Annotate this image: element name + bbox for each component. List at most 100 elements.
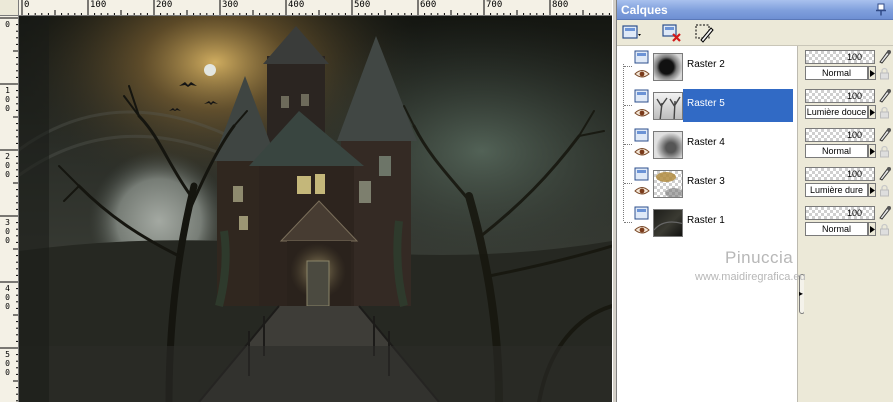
lock-transparency-icon[interactable] xyxy=(878,184,891,197)
layer-props-raster-5: 100 Lumière douce xyxy=(804,85,893,124)
opacity-slider[interactable]: 100 xyxy=(805,50,875,64)
brush-icon[interactable] xyxy=(877,126,892,142)
layer-row-raster-2[interactable]: Raster 2 xyxy=(617,46,797,85)
opacity-value: 100 xyxy=(846,130,862,140)
layers-titlebar[interactable]: Calques xyxy=(617,0,893,20)
ruler-label: 1 xyxy=(5,86,10,95)
layer-name: Raster 4 xyxy=(687,137,725,148)
ruler-label: 0 xyxy=(5,227,10,236)
layer-thumbnail xyxy=(653,131,683,159)
ruler-vertical: 0100200300400500 xyxy=(0,16,19,402)
chevron-right-icon xyxy=(870,148,875,155)
layer-props-raster-4: 100 Normal xyxy=(804,124,893,163)
raster-layer-icon xyxy=(634,89,649,103)
ruler-label: 0 xyxy=(24,0,30,10)
ruler-label: 500 xyxy=(354,0,371,10)
blend-mode-dropdown-button[interactable] xyxy=(868,144,876,158)
blend-mode-dropdown-button[interactable] xyxy=(868,222,876,236)
layer-row-raster-3[interactable]: Raster 3 xyxy=(617,163,797,202)
layer-row-raster-1[interactable]: Raster 1 xyxy=(617,202,797,241)
raster-layer-icon xyxy=(634,167,649,181)
new-layer-icon[interactable] xyxy=(621,22,643,44)
blend-mode-value: Lumière dure xyxy=(809,185,864,195)
visibility-eye-icon[interactable] xyxy=(634,224,650,236)
edit-selection-icon[interactable] xyxy=(693,22,715,44)
brush-icon[interactable] xyxy=(877,165,892,181)
layers-toolbar xyxy=(617,20,893,46)
layer-row-raster-4[interactable]: Raster 4 xyxy=(617,124,797,163)
ruler-label: 600 xyxy=(420,0,437,10)
ruler-vertical-ticks xyxy=(0,17,18,402)
ruler-label: 400 xyxy=(288,0,305,10)
layer-properties-column: 100 Normal 100 Lumière douce 100 Normal … xyxy=(804,46,893,402)
layer-list-scrollbar[interactable]: ▸ xyxy=(797,46,805,402)
visibility-eye-icon[interactable] xyxy=(634,68,650,80)
layer-name: Raster 2 xyxy=(687,59,725,70)
ruler-label: 2 xyxy=(5,152,10,161)
opacity-slider[interactable]: 100 xyxy=(805,167,875,181)
visibility-eye-icon[interactable] xyxy=(634,107,650,119)
layer-thumbnail xyxy=(653,170,683,198)
ruler-label: 3 xyxy=(5,218,10,227)
watermark-url: www.maidiregrafica.eu xyxy=(695,271,806,283)
ruler-label: 0 xyxy=(5,293,10,302)
ruler-label: 5 xyxy=(5,350,10,359)
brush-icon[interactable] xyxy=(877,48,892,64)
layers-title: Calques xyxy=(621,3,668,17)
chevron-right-icon xyxy=(870,109,875,116)
chevron-right-icon xyxy=(870,70,875,77)
blend-mode-select[interactable]: Lumière douce xyxy=(805,105,868,119)
blend-mode-value: Normal xyxy=(821,146,851,156)
lock-transparency-icon[interactable] xyxy=(878,145,891,158)
ruler-label: 700 xyxy=(486,0,503,10)
opacity-slider[interactable]: 100 xyxy=(805,89,875,103)
ruler-label: 100 xyxy=(90,0,107,10)
watermark-title: Pinuccia xyxy=(725,248,794,267)
lock-transparency-icon[interactable] xyxy=(878,106,891,119)
layer-props-raster-1: 100 Normal xyxy=(804,202,893,241)
ruler-label: 800 xyxy=(552,0,569,10)
ruler-label: 0 xyxy=(5,20,10,29)
blend-mode-dropdown-button[interactable] xyxy=(868,66,876,80)
blend-mode-value: Normal xyxy=(821,68,851,78)
blend-mode-value: Lumière douce xyxy=(806,107,867,117)
brush-icon[interactable] xyxy=(877,204,892,220)
blend-mode-value: Normal xyxy=(821,224,851,234)
layer-thumbnail xyxy=(653,209,683,237)
layer-name: Raster 1 xyxy=(687,215,725,226)
layer-list: Raster 2 Raster 5 Raster 4 Raster 3 Rast… xyxy=(617,46,797,402)
layer-row-raster-5[interactable]: Raster 5 xyxy=(617,85,797,124)
visibility-eye-icon[interactable] xyxy=(634,146,650,158)
blend-mode-select[interactable]: Normal xyxy=(805,144,868,158)
blend-mode-select[interactable]: Normal xyxy=(805,222,868,236)
ruler-label: 0 xyxy=(5,236,10,245)
ruler-label: 0 xyxy=(5,368,10,377)
blend-mode-dropdown-button[interactable] xyxy=(868,105,876,119)
visibility-eye-icon[interactable] xyxy=(634,185,650,197)
ruler-horizontal: 0 100 200 300 400 500 600 700 800 xyxy=(0,0,612,16)
opacity-slider[interactable]: 100 xyxy=(805,206,875,220)
delete-layer-icon[interactable] xyxy=(661,22,683,44)
raster-layer-icon xyxy=(634,50,649,64)
brush-icon[interactable] xyxy=(877,87,892,103)
ruler-label: 0 xyxy=(5,161,10,170)
image-canvas[interactable] xyxy=(19,16,612,402)
lock-transparency-icon[interactable] xyxy=(878,67,891,80)
blend-mode-dropdown-button[interactable] xyxy=(868,183,876,197)
ruler-label: 200 xyxy=(156,0,173,10)
chevron-right-icon xyxy=(870,187,875,194)
layer-name: Raster 3 xyxy=(687,176,725,187)
ruler-label: 0 xyxy=(5,170,10,179)
lock-transparency-icon[interactable] xyxy=(878,223,891,236)
expand-arrow-icon[interactable]: ▸ xyxy=(799,290,803,298)
layers-palette: Calques Raster 2 Raster 5 Raster 4 Raste… xyxy=(617,0,893,402)
ruler-label: 4 xyxy=(5,284,10,293)
ruler-label: 0 xyxy=(5,95,10,104)
opacity-slider[interactable]: 100 xyxy=(805,128,875,142)
pin-icon[interactable] xyxy=(875,3,887,16)
ruler-label: 300 xyxy=(222,0,239,10)
layer-props-raster-2: 100 Normal xyxy=(804,46,893,85)
opacity-value: 100 xyxy=(846,208,862,218)
blend-mode-select[interactable]: Normal xyxy=(805,66,868,80)
blend-mode-select[interactable]: Lumière dure xyxy=(805,183,868,197)
